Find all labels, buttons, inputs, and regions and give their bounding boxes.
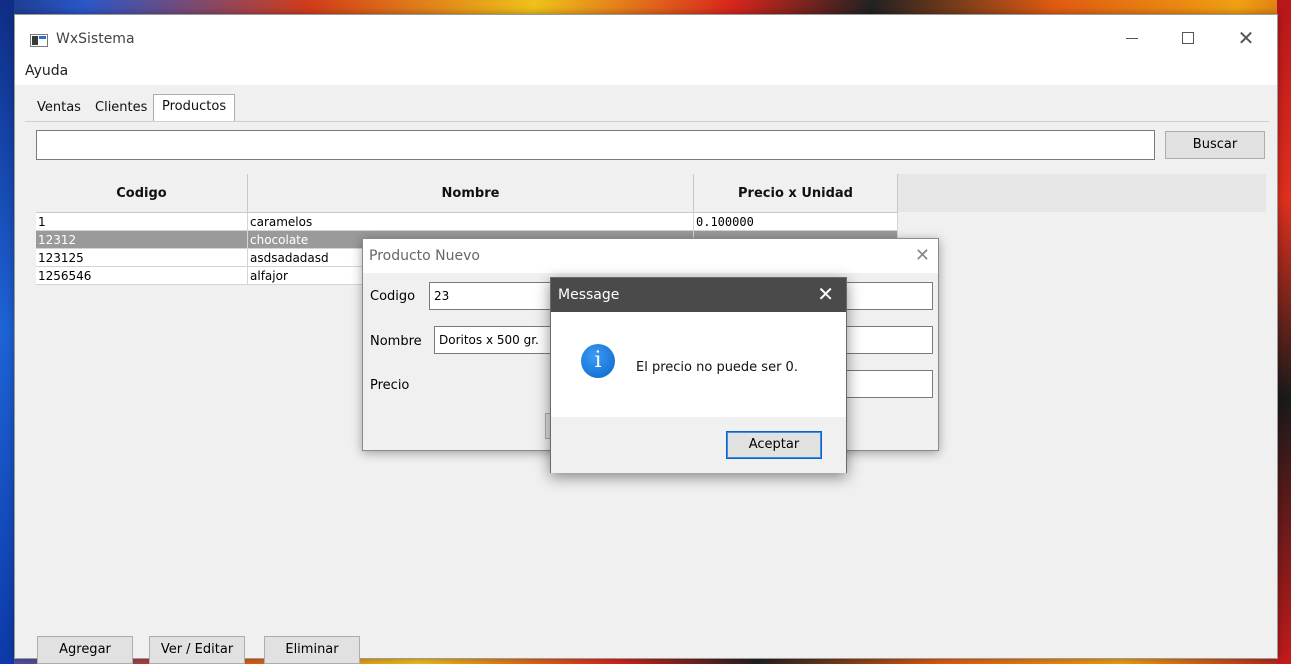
info-icon: i <box>581 344 615 378</box>
dialog-close-icon[interactable]: ✕ <box>915 245 930 266</box>
eliminar-button[interactable]: Eliminar <box>264 636 360 664</box>
agregar-button[interactable]: Agregar <box>37 636 133 664</box>
tab-clientes[interactable]: Clientes <box>92 97 150 121</box>
minimize-icon <box>1126 38 1138 39</box>
message-footer: Aceptar <box>551 417 846 473</box>
column-header-nombre[interactable]: Nombre <box>248 174 694 213</box>
close-icon: ✕ <box>1237 26 1255 50</box>
minimize-button[interactable] <box>1109 21 1155 55</box>
grid-header-empty <box>898 174 1266 212</box>
precio-label: Precio <box>370 378 410 393</box>
dialog-titlebar[interactable]: Producto Nuevo ✕ <box>363 239 938 273</box>
aceptar-button[interactable]: Aceptar <box>726 431 822 459</box>
cell-codigo: 1 <box>36 213 248 231</box>
close-button[interactable]: ✕ <box>1223 21 1269 55</box>
search-input[interactable] <box>36 130 1155 160</box>
cell-codigo: 123125 <box>36 249 248 267</box>
message-box: Message ✕ i El precio no puede ser 0. Ac… <box>550 277 847 473</box>
cell-codigo: 1256546 <box>36 267 248 285</box>
message-titlebar[interactable]: Message ✕ <box>551 278 846 312</box>
menu-ayuda[interactable]: Ayuda <box>25 63 68 79</box>
table-row[interactable]: 1 caramelos 0.100000 <box>36 213 898 231</box>
tab-ventas[interactable]: Ventas <box>34 97 84 121</box>
message-close-icon[interactable]: ✕ <box>817 282 834 306</box>
nombre-label: Nombre <box>370 334 422 349</box>
buscar-button[interactable]: Buscar <box>1165 131 1265 159</box>
grid-header: Codigo Nombre Precio x Unidad <box>36 174 1266 213</box>
message-text: El precio no puede ser 0. <box>636 360 798 375</box>
ver-editar-button[interactable]: Ver / Editar <box>149 636 245 664</box>
maximize-icon <box>1182 32 1194 44</box>
window-title: WxSistema <box>56 31 135 47</box>
cell-precio: 0.100000 <box>694 213 898 231</box>
maximize-button[interactable] <box>1165 21 1211 55</box>
tab-productos[interactable]: Productos <box>153 94 236 121</box>
column-header-precio[interactable]: Precio x Unidad <box>694 174 898 213</box>
menu-bar: Ayuda <box>15 55 1277 85</box>
desktop-background-left <box>0 0 14 664</box>
codigo-label: Codigo <box>370 289 416 304</box>
cell-nombre: caramelos <box>248 213 694 231</box>
message-title: Message <box>558 287 620 303</box>
tab-strip: Ventas Clientes Productos <box>15 85 1277 121</box>
cell-codigo: 12312 <box>36 231 248 249</box>
dialog-title: Producto Nuevo <box>369 248 480 264</box>
app-icon <box>30 34 48 47</box>
window-titlebar[interactable]: WxSistema ✕ <box>15 15 1277 55</box>
desktop-background-right <box>1277 0 1291 664</box>
column-header-codigo[interactable]: Codigo <box>36 174 248 213</box>
